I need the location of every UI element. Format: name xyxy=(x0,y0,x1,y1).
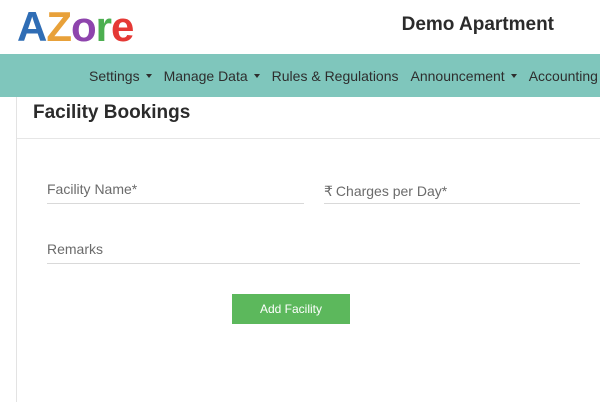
add-facility-button[interactable]: Add Facility xyxy=(232,294,350,324)
nav-item-settings[interactable]: Settings xyxy=(89,68,152,84)
rupee-icon: ₹ xyxy=(324,182,333,199)
nav-menu: Settings Manage Data Rules & Regulations… xyxy=(89,54,600,97)
nav-item-label: Manage Data xyxy=(163,67,248,84)
azore-logo[interactable]: AZore xyxy=(17,3,134,50)
caret-down-icon xyxy=(253,74,260,78)
content-header: Facility Bookings xyxy=(17,97,600,139)
nav-item-label: Accounting xyxy=(528,67,598,84)
nav-item-manage-data[interactable]: Manage Data xyxy=(164,68,260,84)
logo-letter: o xyxy=(71,3,97,50)
charges-per-day-input[interactable] xyxy=(335,179,580,202)
facility-name-field xyxy=(47,178,304,204)
nav-item-label: Rules & Regulations xyxy=(271,67,399,84)
logo-letter: Z xyxy=(46,3,72,50)
caret-down-icon xyxy=(145,74,152,78)
content-left-border xyxy=(16,97,17,402)
nav-item-announcement[interactable]: Announcement xyxy=(411,68,517,84)
page-title: Facility Bookings xyxy=(33,102,191,123)
main-navbar: Settings Manage Data Rules & Regulations… xyxy=(0,54,600,97)
logo-letter: r xyxy=(95,3,112,50)
nav-item-rules-regulations[interactable]: Rules & Regulations xyxy=(272,68,399,84)
top-header: AZore Demo Apartment xyxy=(0,0,600,54)
nav-item-accounting[interactable]: Accounting xyxy=(529,68,600,84)
remarks-input[interactable] xyxy=(47,238,580,260)
nav-item-label: Announcement xyxy=(410,67,505,84)
remarks-field xyxy=(47,238,580,264)
charges-field: ₹ xyxy=(324,178,580,204)
facility-name-input[interactable] xyxy=(47,178,304,200)
nav-item-label: Settings xyxy=(89,67,140,84)
logo-letter: A xyxy=(17,3,47,50)
apartment-name: Demo Apartment xyxy=(401,14,554,35)
caret-down-icon xyxy=(510,74,517,78)
logo-letter: e xyxy=(111,3,134,50)
